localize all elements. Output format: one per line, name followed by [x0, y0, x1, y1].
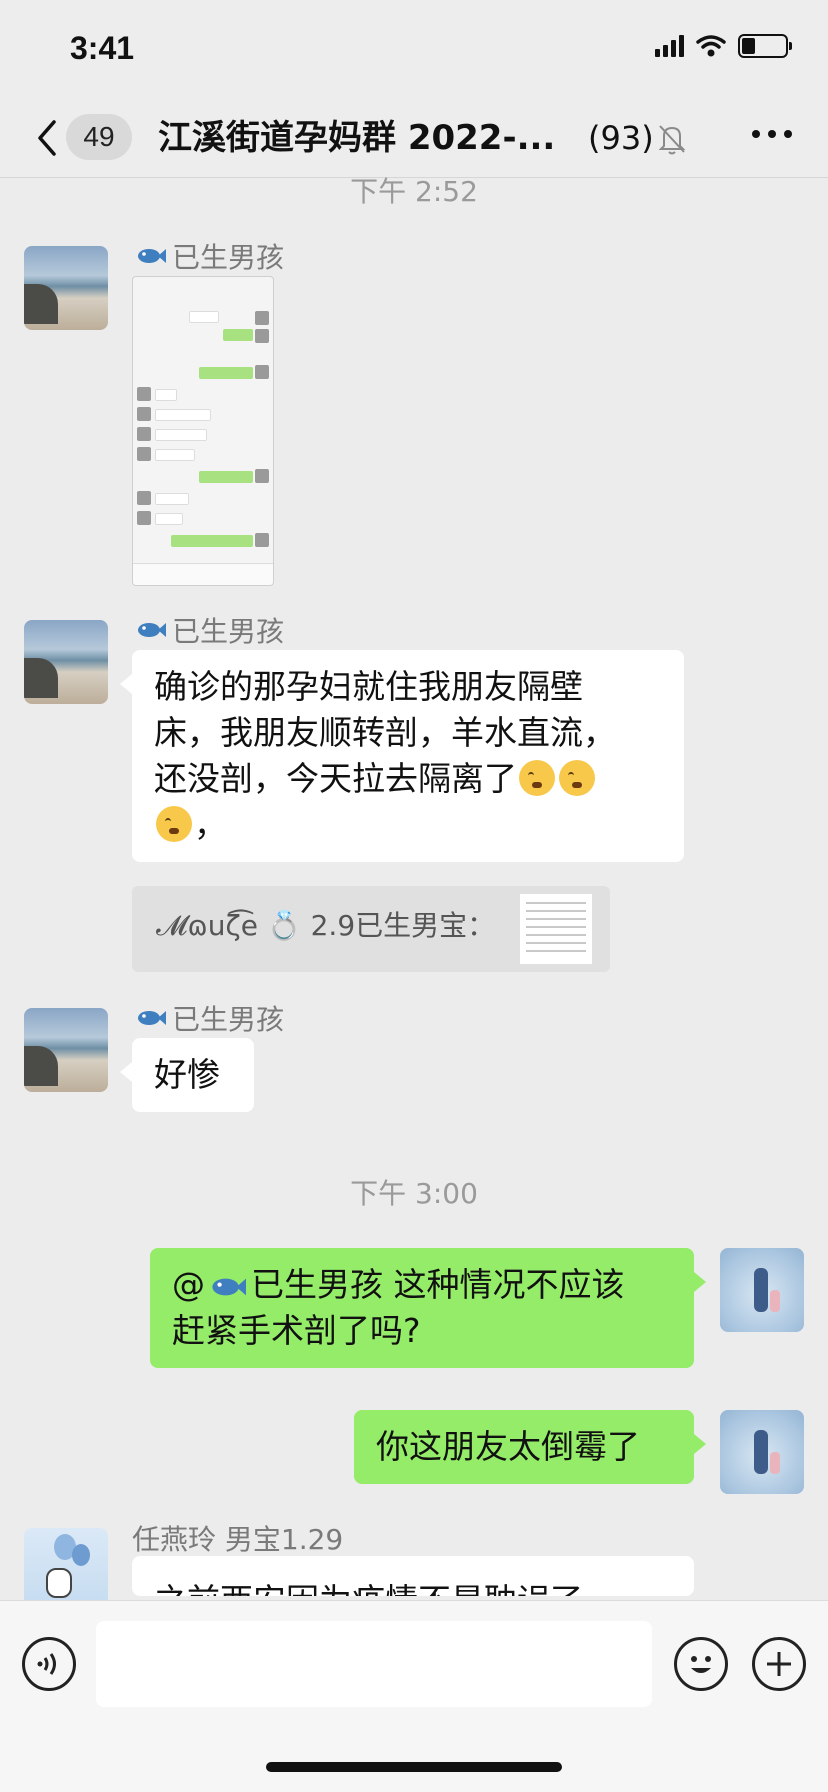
status-icons — [655, 34, 792, 58]
mute-bell-icon — [658, 125, 686, 155]
sender-name: 已生男孩 — [136, 998, 284, 1038]
fish-icon — [138, 249, 166, 263]
fish-icon — [212, 1278, 246, 1296]
fish-icon — [138, 1011, 166, 1025]
message-bubble[interactable]: 你这朋友太倒霉了 — [354, 1410, 706, 1484]
status-time: 3:41 — [70, 30, 135, 66]
my-avatar[interactable] — [720, 1410, 804, 1494]
emoji-icon[interactable] — [674, 1637, 728, 1691]
quote-text: 𝓜ɷuζ͡e 💍 2.9已生男宝： — [156, 909, 496, 942]
member-count: (93) — [588, 119, 654, 157]
avatar[interactable] — [24, 246, 108, 330]
crying-emoji-icon — [559, 760, 595, 796]
my-avatar[interactable] — [720, 1248, 804, 1332]
sender-name: 已生男孩 — [136, 236, 284, 276]
quoted-message[interactable]: 𝓜ɷuζ͡e 💍 2.9已生男宝： — [132, 886, 610, 972]
message-bubble[interactable]: @ 已生男孩 这种情况不应该 赶紧手术剖了吗? — [150, 1248, 706, 1368]
home-indicator[interactable] — [266, 1762, 562, 1772]
crying-emoji-icon — [519, 760, 555, 796]
chat-title[interactable]: 江溪街道孕妈群 2022-... — [158, 114, 568, 162]
time-divider: 下午 2:52 — [350, 175, 478, 208]
crying-emoji-icon — [156, 806, 192, 842]
message-input[interactable] — [96, 1621, 652, 1707]
signal-icon — [655, 35, 684, 57]
voice-icon[interactable] — [22, 1637, 76, 1691]
more-icon[interactable] — [752, 130, 792, 138]
plus-icon[interactable] — [752, 1637, 806, 1691]
back-arrow-icon[interactable] — [30, 116, 66, 160]
message-bubble[interactable]: 之前西安因为疫情不是耽误了一 — [132, 1556, 694, 1596]
unread-count-badge[interactable]: 49 — [66, 114, 132, 160]
sender-name: 任燕玲 男宝1.29 — [132, 1523, 344, 1556]
time-divider: 下午 3:00 — [350, 1177, 478, 1210]
message-bubble[interactable]: 好惨 — [120, 1038, 254, 1112]
fish-icon — [138, 623, 166, 637]
quote-thumbnail — [520, 894, 592, 964]
status-bar: 3:41 — [0, 0, 828, 100]
message-bubble[interactable]: 确诊的那孕妇就住我朋友隔壁 床，我朋友顺转剖，羊水直流， 还没剖，今天拉去隔离了… — [120, 650, 684, 862]
battery-icon — [738, 34, 792, 58]
sender-name: 已生男孩 — [136, 610, 284, 650]
wifi-icon — [696, 35, 726, 57]
avatar[interactable] — [24, 1008, 108, 1092]
chat-header: 49 江溪街道孕妈群 2022-... (93) — [0, 100, 828, 178]
avatar[interactable] — [24, 620, 108, 704]
battery-level — [742, 38, 755, 54]
image-message[interactable] — [132, 276, 274, 586]
